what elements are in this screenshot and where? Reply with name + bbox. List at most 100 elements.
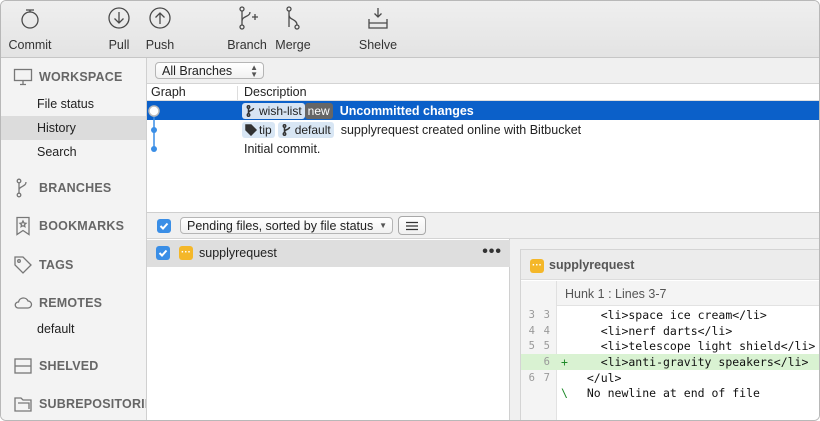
column-graph[interactable]: Graph: [151, 85, 186, 99]
sidebar-item-file-status[interactable]: File status: [1, 92, 146, 116]
branch-tag: wish-list: [242, 102, 305, 119]
commit-row[interactable]: wish-list new Uncommitted changes: [147, 101, 819, 120]
diff-card: ··· supplyrequest Hunk 1 : Lines 3-7 3 3…: [520, 249, 819, 420]
cloud-icon: [12, 292, 34, 314]
new-line-number: 5: [543, 340, 550, 353]
file-row[interactable]: ··· supplyrequest •••: [147, 240, 510, 267]
commit-message: supplyrequest created online with Bitbuc…: [340, 122, 582, 137]
diff-code: <li>nerf darts</li>: [573, 323, 733, 338]
graph-node-uncommitted: [148, 105, 160, 117]
sidebar-section-workspace[interactable]: WORKSPACE: [1, 65, 146, 89]
file-checkbox[interactable]: [156, 246, 170, 260]
shelve-label: Shelve: [358, 38, 398, 52]
bookmark-icon: [12, 215, 34, 237]
file-actions-button[interactable]: •••: [482, 243, 502, 261]
pull-label: Pull: [108, 38, 130, 52]
sidebar-section-label: REMOTES: [39, 296, 103, 310]
diff-pane: ··· supplyrequest Hunk 1 : Lines 3-7 3 3…: [510, 239, 819, 420]
diff-line-added: 6 + <li>anti-gravity speakers</li>: [521, 354, 819, 370]
checkmark-icon: [158, 249, 168, 257]
hunk-gutter: [521, 281, 557, 306]
chevron-down-icon: ▼: [379, 221, 387, 230]
pull-button[interactable]: Pull: [104, 5, 134, 55]
select-all-checkbox[interactable]: [157, 219, 171, 233]
new-line-number: 6: [543, 355, 550, 368]
monitor-icon: [12, 66, 34, 88]
merge-button[interactable]: Merge: [274, 5, 312, 55]
new-line-number: 4: [543, 324, 550, 337]
commit-row[interactable]: Initial commit.: [147, 139, 819, 158]
tag-icon: [12, 254, 34, 276]
sidebar-item-history[interactable]: History: [1, 116, 146, 140]
branch-tag-label: wish-list: [259, 103, 302, 118]
column-description[interactable]: Description: [244, 85, 307, 99]
sidebar-section-label: BRANCHES: [39, 181, 112, 195]
branch-filter-select[interactable]: All Branches ▲ ▼: [155, 62, 264, 79]
graph-node: [151, 146, 157, 152]
branch-icon: [281, 123, 293, 136]
sidebar-section-label: SUBREPOSITORIE: [39, 397, 147, 411]
pending-files-bar: Pending files, sorted by file status ▼: [147, 212, 819, 239]
commit-row[interactable]: tip default supplyrequest created online…: [147, 120, 819, 139]
diff-line: 5 5 <li>telescope light shield</li>: [521, 338, 819, 354]
new-line-number: 3: [543, 308, 550, 321]
sidebar-section-remotes[interactable]: REMOTES: [1, 291, 146, 315]
diff-line-meta: \ No newline at end of file: [521, 386, 819, 402]
diff-code: No newline at end of file: [573, 386, 760, 401]
pull-icon: [108, 7, 130, 29]
sidebar-section-branches[interactable]: BRANCHES: [1, 176, 146, 200]
diff-code: </ul>: [573, 370, 622, 385]
branch-tag: default: [277, 121, 334, 138]
sidebar-section-label: SHELVED: [39, 359, 99, 373]
column-divider: [237, 86, 238, 100]
hunk-title: Hunk 1 : Lines 3-7: [565, 287, 667, 301]
pending-sort-select[interactable]: Pending files, sorted by file status ▼: [180, 217, 393, 234]
hunk-header[interactable]: Hunk 1 : Lines 3-7: [521, 281, 819, 306]
old-line-number: 4: [528, 324, 535, 337]
sidebar-section-bookmarks[interactable]: BOOKMARKS: [1, 214, 146, 238]
diff-header: ··· supplyrequest: [521, 250, 819, 280]
branch-icon: [239, 6, 258, 30]
diff-line: 4 4 <li>nerf darts</li>: [521, 323, 819, 339]
branch-icon: [245, 104, 257, 117]
tag-label-tip: tip: [242, 121, 275, 138]
branch-button[interactable]: Branch: [226, 5, 268, 55]
modified-icon: ···: [530, 259, 544, 273]
old-line-number: 3: [528, 308, 535, 321]
sidebar-item-search[interactable]: Search: [1, 140, 146, 164]
shelve-button[interactable]: Shelve: [358, 5, 398, 55]
history-filter-bar: All Branches ▲ ▼: [147, 58, 819, 84]
commit-message: Initial commit.: [244, 141, 321, 156]
diff-file-name: supplyrequest: [549, 258, 635, 272]
merge-label: Merge: [275, 38, 311, 52]
branch-icon: [12, 177, 34, 199]
updown-arrow-icon: ▲ ▼: [250, 63, 258, 79]
tag-icon: [245, 123, 258, 136]
push-label: Push: [145, 38, 175, 52]
diff-marker: \: [561, 386, 568, 401]
shelve-icon: [368, 8, 388, 29]
old-line-number: 6: [528, 371, 535, 384]
old-line-number: 5: [528, 340, 535, 353]
sidebar-item-remote-default[interactable]: default: [1, 317, 146, 341]
sidebar-section-subrepositories[interactable]: SUBREPOSITORIE: [1, 392, 147, 416]
sidebar-section-tags[interactable]: TAGS: [1, 253, 146, 277]
commit-button[interactable]: Commit: [8, 5, 52, 55]
sidebar-section-label: WORKSPACE: [39, 70, 123, 84]
branch-label: Branch: [227, 38, 267, 52]
merge-icon: [286, 6, 300, 30]
diff-code: <li>anti-gravity speakers</li>: [573, 354, 809, 369]
sidebar-section-shelved[interactable]: SHELVED: [1, 354, 146, 378]
sidebar: WORKSPACE File status History Search BRA…: [1, 58, 147, 420]
branch-filter-value: All Branches: [162, 63, 233, 78]
diff-code: <li>space ice cream</li>: [573, 307, 767, 322]
diff-line: 3 3 <li>space ice cream</li>: [521, 307, 819, 323]
commit-graph: [148, 105, 160, 152]
checkmark-icon: [159, 222, 169, 230]
list-options-button[interactable]: [398, 216, 426, 235]
list-icon: [406, 221, 418, 230]
commit-description: Initial commit.: [242, 139, 320, 158]
branch-tag-label: default: [294, 122, 331, 137]
push-button[interactable]: Push: [144, 5, 176, 55]
file-name: supplyrequest: [199, 246, 277, 260]
